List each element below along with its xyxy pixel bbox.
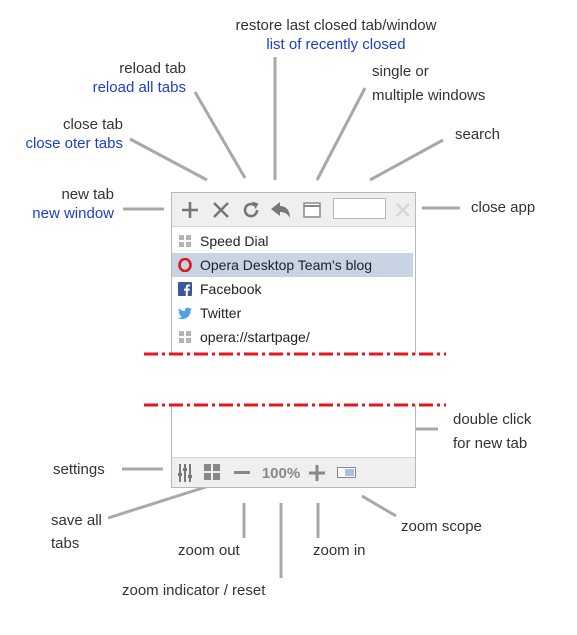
cut-lines: [144, 352, 446, 407]
